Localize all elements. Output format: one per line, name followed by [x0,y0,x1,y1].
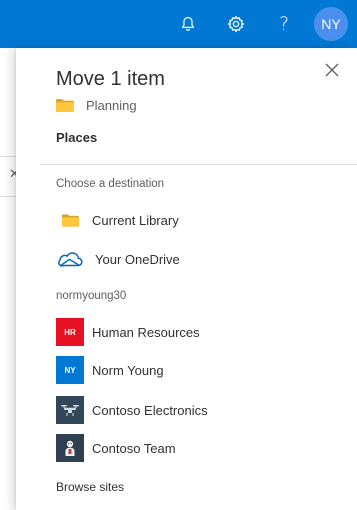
folder-icon [61,213,79,227]
choose-destination-label: Choose a destination [56,178,165,190]
site-label: Contoso Electronics [92,402,208,418]
destination-your-onedrive[interactable]: Your OneDrive [56,245,336,273]
site-label: Contoso Team [92,440,176,456]
divider [40,164,357,165]
close-icon[interactable] [322,60,342,80]
site-tile: NY [56,356,84,384]
site-human-resources[interactable]: HR Human Resources [56,318,336,346]
destination-current-library[interactable]: Current Library [56,206,336,234]
divider [0,156,16,157]
panel-title: Move 1 item [56,68,165,90]
current-folder-name: Planning [86,97,137,113]
site-contoso-electronics[interactable]: Contoso Electronics [56,396,336,424]
account-name: normyoung30 [56,290,127,302]
destination-label: Current Library [92,212,179,228]
help-icon[interactable]: ? [269,9,299,39]
destination-label: Your OneDrive [95,251,180,267]
site-label: Norm Young [92,362,164,378]
move-panel: Move 1 item Planning Places Choose a des… [16,48,357,510]
bell-icon[interactable] [173,9,203,39]
divider [0,196,16,197]
avatar[interactable]: NY [315,8,347,40]
current-folder: Planning [56,96,137,114]
drone-icon [56,396,84,424]
site-contoso-team[interactable]: Contoso Team [56,434,336,462]
places-heading: Places [56,130,98,145]
gear-icon[interactable] [221,9,251,39]
site-label: Human Resources [92,324,200,340]
background-page: ✕ [0,48,20,510]
site-tile: HR [56,318,84,346]
folder-icon [56,98,74,112]
site-norm-young[interactable]: NY Norm Young [56,356,336,384]
team-logo-icon [56,434,84,462]
suite-header-bar: ? NY [0,0,357,48]
onedrive-cloud-icon [58,252,83,267]
browse-sites-link[interactable]: Browse sites [56,480,124,494]
